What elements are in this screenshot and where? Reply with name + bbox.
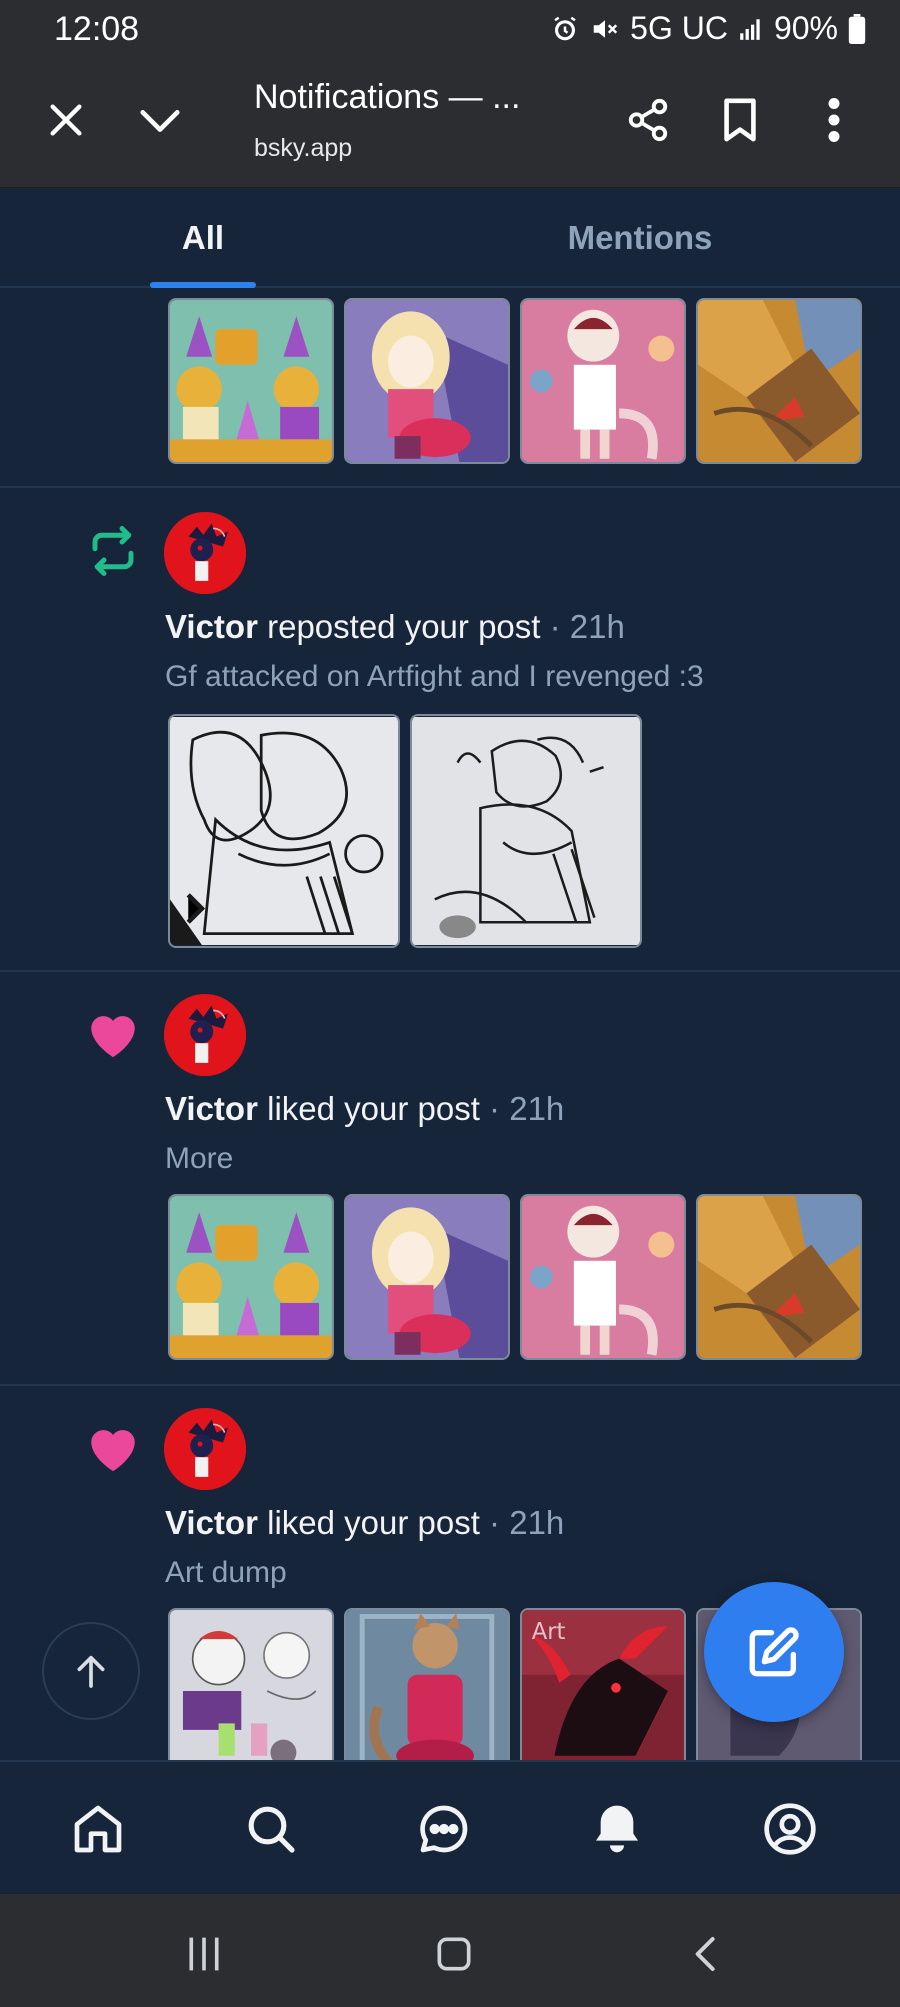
tab-mentions[interactable]: Mentions <box>520 188 760 288</box>
compose-button[interactable] <box>704 1582 844 1722</box>
home-icon[interactable] <box>55 1786 141 1872</box>
separator: · <box>479 1090 510 1127</box>
post-image[interactable] <box>168 714 400 948</box>
network-label: 5G UC <box>630 10 728 46</box>
repost-icon <box>84 522 142 580</box>
post-image-grid <box>168 298 862 464</box>
page-title[interactable]: Notifications — ... <box>254 78 520 117</box>
bottom-nav <box>0 1760 900 1894</box>
scroll-to-top-button[interactable] <box>42 1622 140 1720</box>
post-image[interactable] <box>344 1608 510 1760</box>
timestamp: 21h <box>569 608 625 645</box>
battery-icon <box>848 13 866 44</box>
post-image[interactable]: Art <box>520 1608 686 1760</box>
arrow-up-icon <box>77 1655 105 1688</box>
post-image[interactable] <box>520 298 686 464</box>
separator: · <box>540 608 570 645</box>
system-nav-bar <box>0 1894 900 2007</box>
bookmark-icon[interactable] <box>700 80 780 160</box>
mute-icon <box>590 14 620 44</box>
status-indicators: 5G UC 90% <box>550 10 866 47</box>
home-button-icon[interactable] <box>424 1924 484 1984</box>
notification-action: liked your post <box>267 1504 480 1541</box>
heart-icon <box>84 1418 142 1476</box>
post-text: Gf attacked on Artfight and I revenged :… <box>165 660 704 693</box>
notification-text: Victor liked your post · 21h <box>165 1090 564 1128</box>
timestamp: 21h <box>509 1504 565 1541</box>
post-image-grid <box>168 714 642 948</box>
chat-icon[interactable] <box>401 1786 487 1872</box>
post-image[interactable] <box>410 714 642 948</box>
battery-level: 90% <box>773 10 838 46</box>
divider <box>0 970 900 972</box>
post-image[interactable] <box>696 1194 862 1360</box>
status-bar: 12:08 5G UC 90% <box>0 0 900 60</box>
user-name[interactable]: Victor <box>165 1090 258 1127</box>
notification-text: Victor reposted your post · 21h <box>165 608 625 646</box>
post-image[interactable] <box>168 1194 334 1360</box>
compose-icon <box>749 1627 799 1677</box>
avatar[interactable] <box>164 1408 246 1490</box>
more-vertical-icon[interactable] <box>794 80 874 160</box>
avatar[interactable] <box>164 994 246 1076</box>
post-image[interactable] <box>696 298 862 464</box>
heart-icon <box>84 1004 142 1062</box>
notification-action: reposted your post <box>267 608 541 645</box>
notification-action: liked your post <box>267 1090 480 1127</box>
post-image[interactable] <box>344 1194 510 1360</box>
post-image-grid <box>168 1194 862 1360</box>
user-name[interactable]: Victor <box>165 1504 258 1541</box>
post-text: Art dump <box>165 1556 287 1589</box>
status-time: 12:08 <box>54 10 140 48</box>
share-icon[interactable] <box>608 80 688 160</box>
page-url[interactable]: bsky.app <box>254 134 352 163</box>
notification-tabs: All Mentions <box>0 188 900 288</box>
profile-icon[interactable] <box>747 1786 833 1872</box>
bell-icon[interactable] <box>574 1786 660 1872</box>
post-text: More <box>165 1142 234 1175</box>
post-image[interactable] <box>344 298 510 464</box>
recent-apps-icon[interactable] <box>174 1924 234 1984</box>
search-icon[interactable] <box>228 1786 314 1872</box>
post-image[interactable] <box>520 1194 686 1360</box>
tab-indicator <box>150 282 256 288</box>
divider <box>0 486 900 488</box>
notification-text: Victor liked your post · 21h <box>165 1504 564 1542</box>
signal-icon <box>738 16 764 42</box>
alarm-icon <box>550 14 580 44</box>
close-icon[interactable] <box>26 80 106 160</box>
svg-text:Art: Art <box>532 1619 566 1645</box>
back-icon[interactable] <box>676 1924 736 1984</box>
post-image[interactable] <box>168 1608 334 1760</box>
avatar[interactable] <box>164 512 246 594</box>
separator: · <box>479 1504 510 1541</box>
user-name[interactable]: Victor <box>165 608 258 645</box>
timestamp: 21h <box>509 1090 565 1127</box>
chevron-down-icon[interactable] <box>120 80 200 160</box>
notification-feed[interactable]: Victor reposted your post · 21h Gf attac… <box>0 290 900 1760</box>
divider <box>0 1384 900 1386</box>
tab-all[interactable]: All <box>150 188 256 288</box>
post-image[interactable] <box>168 298 334 464</box>
browser-toolbar: Notifications — ... bsky.app <box>0 60 900 188</box>
